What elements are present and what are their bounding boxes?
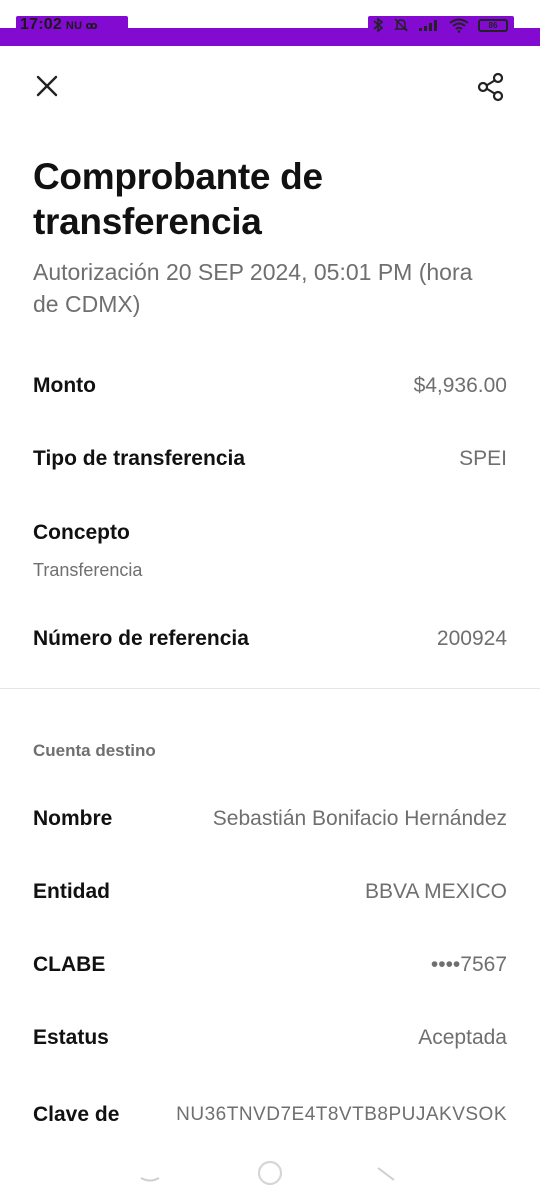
clabe-label: CLABE	[33, 953, 106, 976]
section-label-cuenta-destino: Cuenta destino	[33, 741, 156, 760]
nombre-label: Nombre	[33, 807, 113, 830]
section-divider	[0, 688, 540, 689]
detail-row-entidad: Entidad BBVA MEXICO	[33, 880, 507, 904]
estatus-value: Aceptada	[418, 1026, 507, 1049]
detail-row-estatus: Estatus Aceptada	[33, 1026, 507, 1050]
mute-icon	[394, 18, 408, 32]
referencia-label: Número de referencia	[33, 627, 249, 650]
entidad-label: Entidad	[33, 880, 110, 903]
menu-icon[interactable]	[135, 1156, 165, 1186]
share-button[interactable]	[472, 69, 508, 105]
home-icon[interactable]	[253, 1156, 287, 1190]
close-icon	[36, 75, 58, 97]
status-left: 17:02 NU ꝏ	[16, 16, 128, 34]
detail-row-clave: Clave de NU36TNVD7E4T8VTB8PUJAKVSOK	[33, 1100, 507, 1130]
referencia-value: 200924	[436, 627, 507, 650]
nombre-value: Sebastián Bonifacio Hernández	[212, 807, 507, 830]
monto-label: Monto	[33, 374, 96, 397]
tipo-value: SPEI	[459, 447, 507, 470]
clave-value: NU36TNVD7E4T8VTB8PUJAKVSOK	[176, 1104, 507, 1125]
tipo-label: Tipo de transferencia	[33, 447, 246, 470]
estatus-label: Estatus	[33, 1026, 109, 1049]
status-bar: 17:02 NU ꝏ 86	[0, 0, 540, 46]
wifi-icon	[449, 18, 469, 33]
share-icon	[477, 72, 504, 102]
close-button[interactable]	[30, 69, 64, 103]
entidad-value: BBVA MEXICO	[365, 880, 507, 903]
monto-value: $4,936.00	[413, 374, 507, 397]
concepto-label: Concepto	[33, 521, 130, 544]
clave-label: Clave de	[33, 1103, 120, 1126]
battery-icon: 86	[478, 18, 508, 32]
detail-row-referencia: Número de referencia 200924	[33, 627, 507, 651]
page-title: Comprobante de transferencia	[33, 156, 323, 242]
navigation-bar	[0, 1150, 540, 1200]
status-left-icons: NU ꝏ	[65, 19, 98, 32]
top-bar	[0, 56, 540, 116]
detail-row-nombre: Nombre Sebastián Bonifacio Hernández	[33, 807, 507, 831]
concepto-value: Transferencia	[33, 560, 143, 580]
signal-icon	[419, 20, 437, 31]
status-right: 86	[368, 16, 514, 34]
bluetooth-icon	[373, 17, 384, 33]
clabe-value: ••••7567	[430, 953, 507, 976]
status-time: 17:02	[20, 16, 62, 33]
detail-row-monto: Monto $4,936.00	[33, 374, 507, 398]
authorization-date: Autorización 20 SEP 2024, 05:01 PM (hora…	[33, 259, 473, 317]
back-icon[interactable]	[370, 1156, 400, 1186]
detail-row-clabe: CLABE ••••7567	[33, 953, 507, 977]
detail-row-tipo: Tipo de transferencia SPEI	[33, 447, 507, 471]
